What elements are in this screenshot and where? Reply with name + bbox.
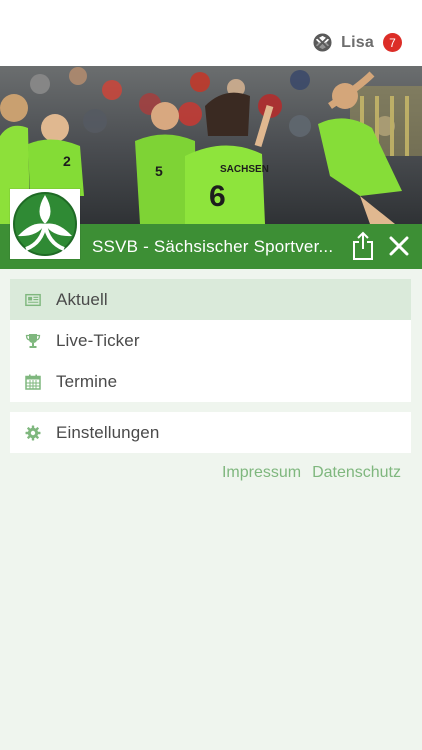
impressum-link[interactable]: Impressum [222,464,301,482]
menu-label-aktuell: Aktuell [56,289,108,309]
trophy-icon [25,333,41,349]
footer-links: Impressum Datenschutz [222,464,401,482]
top-bar: Lisa 7 [0,0,422,66]
notification-badge: 7 [383,33,402,52]
menu-label-termine: Termine [56,371,118,391]
menu-item-termine[interactable]: Termine [10,361,411,402]
calendar-icon [25,374,41,390]
newspaper-icon [25,292,41,308]
menu-item-live-ticker[interactable]: Live-Ticker [10,320,411,361]
menu-item-einstellungen[interactable]: Einstellungen [10,412,411,453]
volleyball-logo [13,192,77,256]
menu-label-einstellungen: Einstellungen [56,422,160,442]
settings-menu: Einstellungen [10,412,411,453]
close-icon[interactable] [388,235,410,257]
menu-item-aktuell[interactable]: Aktuell [10,279,411,320]
user-profile[interactable]: Lisa 7 [313,33,402,52]
gear-icon [25,425,41,441]
club-name: SSVB - Sächsischer Sportver... [92,237,334,256]
share-icon[interactable] [351,231,375,261]
svg-text:2: 2 [63,153,71,169]
datenschutz-link[interactable]: Datenschutz [312,464,401,482]
soccer-ball-icon [313,33,332,52]
user-name: Lisa [341,33,374,51]
main-menu: Aktuell Live-Ticker Termine [10,279,411,402]
menu-label-live-ticker: Live-Ticker [56,330,140,350]
club-logo [10,189,80,259]
svg-text:6: 6 [209,180,226,213]
svg-text:5: 5 [155,163,163,179]
svg-text:SACHSEN: SACHSEN [220,164,269,175]
